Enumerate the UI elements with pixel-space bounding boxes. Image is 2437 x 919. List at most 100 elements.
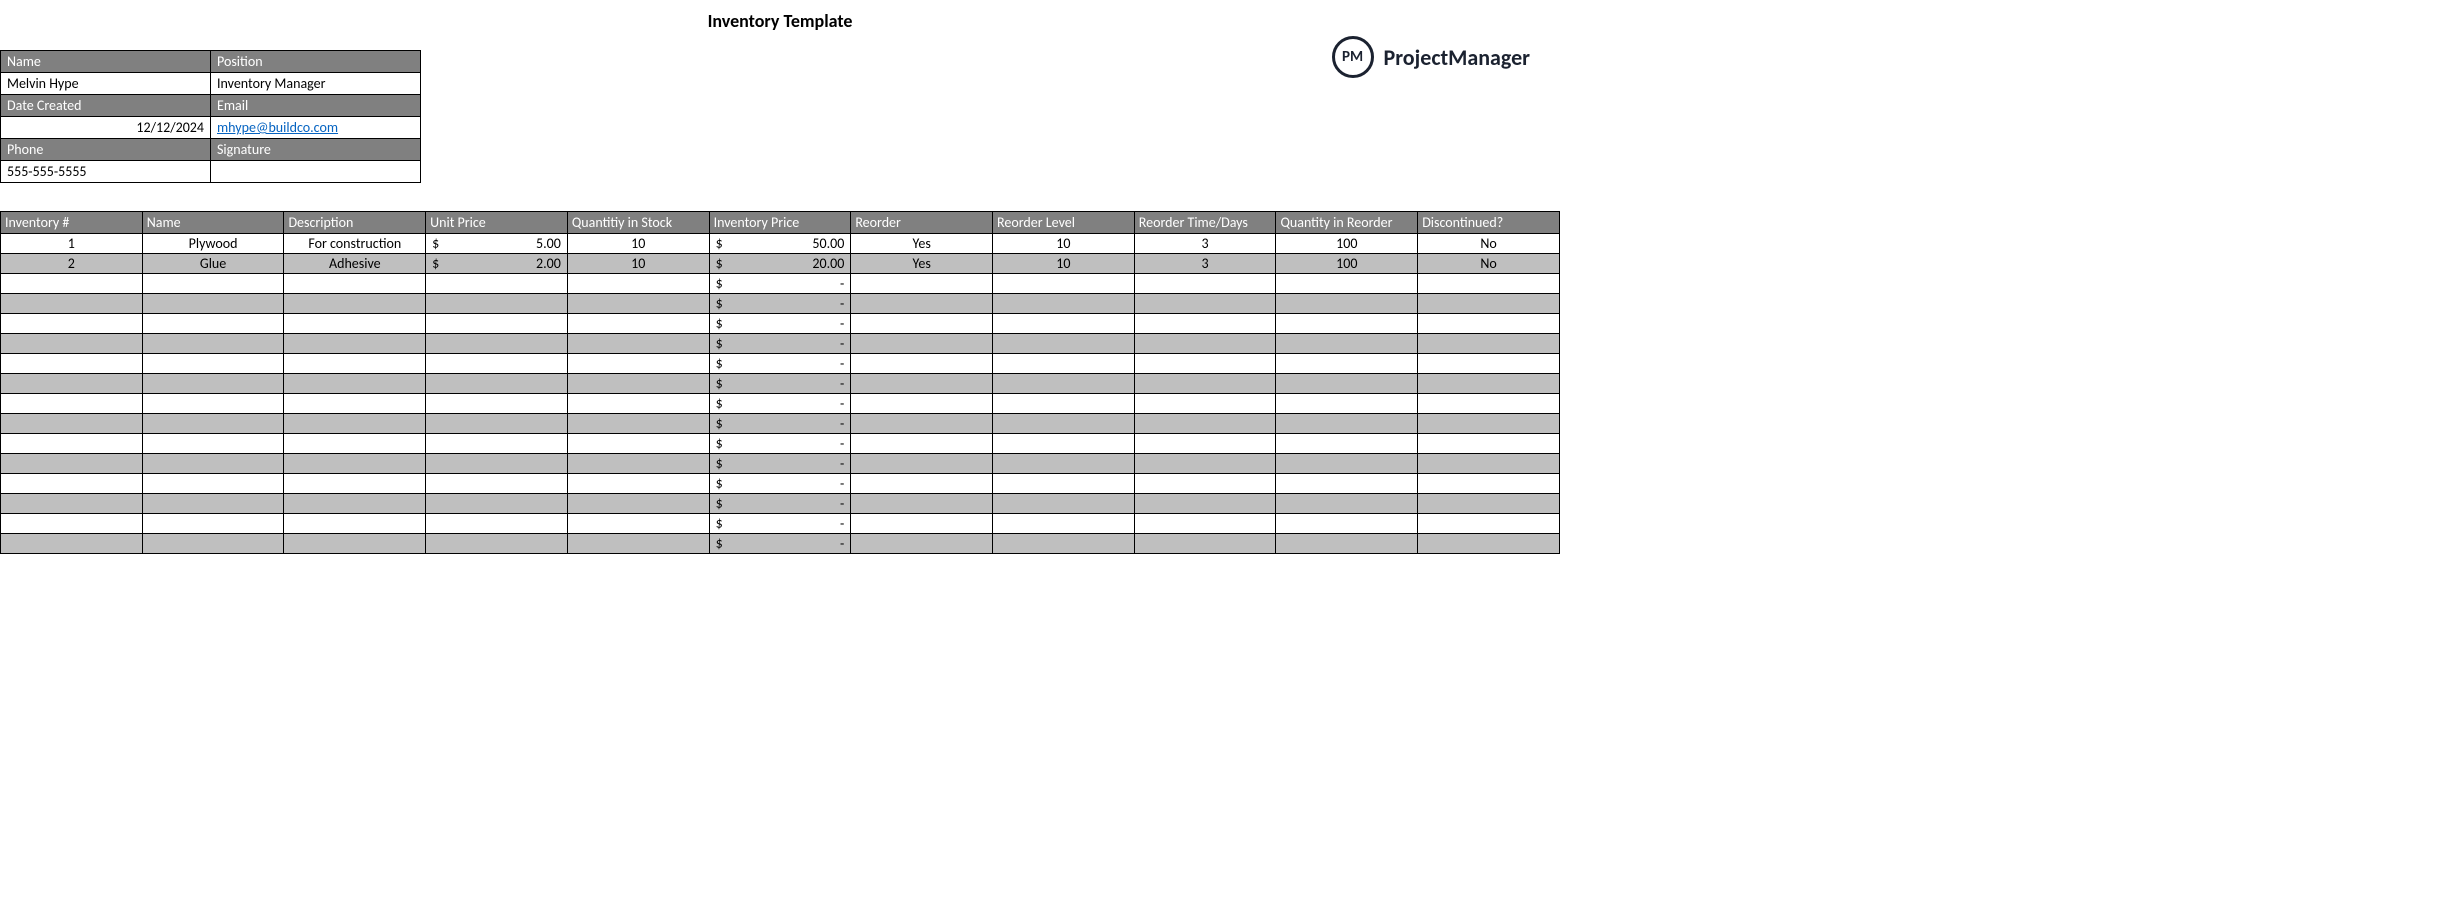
cell-empty[interactable] [1134,374,1276,394]
cell-empty[interactable] [426,454,568,474]
cell-empty[interactable] [1134,274,1276,294]
cell-inventory-price[interactable]: $- [709,274,851,294]
cell-empty[interactable] [142,294,284,314]
cell-empty[interactable] [1276,294,1418,314]
cell-empty[interactable] [142,534,284,554]
cell-empty[interactable] [1,274,143,294]
cell-empty[interactable] [993,434,1135,454]
cell-inventory-price[interactable]: $- [709,374,851,394]
cell-empty[interactable] [1418,334,1560,354]
cell-empty[interactable] [426,414,568,434]
cell-empty[interactable] [1,334,143,354]
cell-empty[interactable] [993,294,1135,314]
info-position-value[interactable]: Inventory Manager [211,73,421,95]
info-datecreated-value[interactable]: 12/12/2024 [1,117,211,139]
cell-inventory-number[interactable]: 2 [1,254,143,274]
cell-empty[interactable] [1,394,143,414]
cell-empty[interactable] [426,534,568,554]
cell-empty[interactable] [284,314,426,334]
cell-empty[interactable] [284,334,426,354]
cell-empty[interactable] [1276,394,1418,414]
cell-empty[interactable] [426,394,568,414]
cell-empty[interactable] [851,294,993,314]
cell-empty[interactable] [1,514,143,534]
cell-empty[interactable] [851,514,993,534]
cell-empty[interactable] [1,374,143,394]
cell-empty[interactable] [142,274,284,294]
cell-empty[interactable] [1418,434,1560,454]
info-phone-value[interactable]: 555-555-5555 [1,161,211,183]
cell-empty[interactable] [1276,534,1418,554]
cell-empty[interactable] [1276,454,1418,474]
cell-inventory-price[interactable]: $- [709,354,851,374]
cell-empty[interactable] [142,374,284,394]
cell-inventory-price[interactable]: $- [709,514,851,534]
cell-empty[interactable] [567,314,709,334]
cell-empty[interactable] [993,354,1135,374]
cell-description[interactable]: Adhesive [284,254,426,274]
cell-empty[interactable] [567,514,709,534]
cell-empty[interactable] [1134,514,1276,534]
cell-empty[interactable] [1134,394,1276,414]
cell-name[interactable]: Plywood [142,234,284,254]
cell-empty[interactable] [851,374,993,394]
cell-empty[interactable] [851,354,993,374]
cell-empty[interactable] [1,454,143,474]
cell-empty[interactable] [993,494,1135,514]
cell-qty-stock[interactable]: 10 [567,234,709,254]
cell-empty[interactable] [142,514,284,534]
cell-empty[interactable] [1,474,143,494]
cell-empty[interactable] [1276,414,1418,434]
cell-inventory-price[interactable]: $- [709,334,851,354]
cell-qty-stock[interactable]: 10 [567,254,709,274]
email-link[interactable]: mhype@buildco.com [217,119,338,136]
cell-empty[interactable] [426,314,568,334]
cell-empty[interactable] [284,494,426,514]
cell-empty[interactable] [284,454,426,474]
cell-empty[interactable] [142,314,284,334]
cell-inventory-price[interactable]: $- [709,434,851,454]
cell-empty[interactable] [567,454,709,474]
cell-empty[interactable] [993,374,1135,394]
cell-empty[interactable] [1134,434,1276,454]
info-email-value[interactable]: mhype@buildco.com [211,117,421,139]
cell-empty[interactable] [1418,394,1560,414]
cell-empty[interactable] [567,294,709,314]
cell-empty[interactable] [851,454,993,474]
cell-empty[interactable] [142,454,284,474]
cell-empty[interactable] [142,334,284,354]
cell-reorder-time[interactable]: 3 [1134,234,1276,254]
cell-empty[interactable] [1276,434,1418,454]
cell-empty[interactable] [426,294,568,314]
cell-empty[interactable] [993,394,1135,414]
cell-empty[interactable] [142,434,284,454]
cell-empty[interactable] [851,474,993,494]
cell-empty[interactable] [426,514,568,534]
cell-empty[interactable] [1134,354,1276,374]
cell-empty[interactable] [993,454,1135,474]
cell-empty[interactable] [851,414,993,434]
cell-empty[interactable] [851,434,993,454]
cell-empty[interactable] [1134,474,1276,494]
cell-qty-reorder[interactable]: 100 [1276,254,1418,274]
cell-empty[interactable] [993,534,1135,554]
cell-empty[interactable] [567,354,709,374]
cell-empty[interactable] [284,394,426,414]
cell-empty[interactable] [567,534,709,554]
cell-empty[interactable] [1,354,143,374]
cell-empty[interactable] [1418,414,1560,434]
cell-empty[interactable] [1276,354,1418,374]
cell-empty[interactable] [567,334,709,354]
cell-empty[interactable] [1,434,143,454]
cell-empty[interactable] [993,514,1135,534]
cell-empty[interactable] [1,294,143,314]
cell-empty[interactable] [1,414,143,434]
cell-empty[interactable] [851,494,993,514]
cell-empty[interactable] [426,474,568,494]
cell-empty[interactable] [426,434,568,454]
cell-unit-price[interactable]: $2.00 [426,254,568,274]
cell-empty[interactable] [1276,374,1418,394]
cell-empty[interactable] [426,334,568,354]
cell-empty[interactable] [567,494,709,514]
cell-empty[interactable] [1418,274,1560,294]
